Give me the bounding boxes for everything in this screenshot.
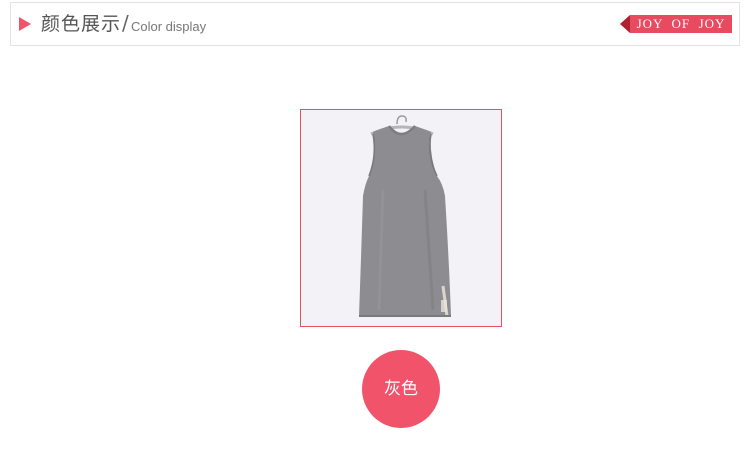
brand-tag: JOY OF JOY [620,15,732,33]
section-title-english: Color display [131,19,207,34]
brand-tag-label: JOY OF JOY [630,15,732,33]
title-separator: / [122,11,129,35]
play-triangle-icon [19,17,31,31]
section-title-chinese: 颜色展示 [41,13,122,35]
sleeveless-gray-dress-image [301,110,501,326]
section-header: 颜色展示 / Color display JOY OF JOY [10,2,740,46]
color-swatch-gray[interactable]: 灰色 [362,350,440,428]
product-image-frame [300,109,502,327]
color-display-section: 颜色展示 / Color display JOY OF JOY 灰色 [0,0,750,470]
brand-tag-arrow-icon [620,15,630,33]
